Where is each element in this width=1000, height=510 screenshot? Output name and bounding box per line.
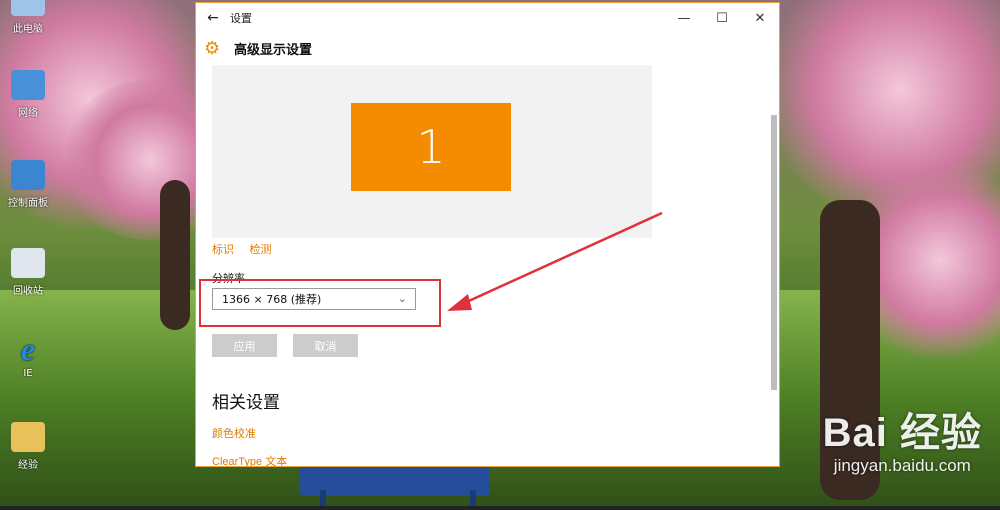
taskbar	[0, 506, 1000, 510]
annotation-arrow	[447, 211, 663, 311]
